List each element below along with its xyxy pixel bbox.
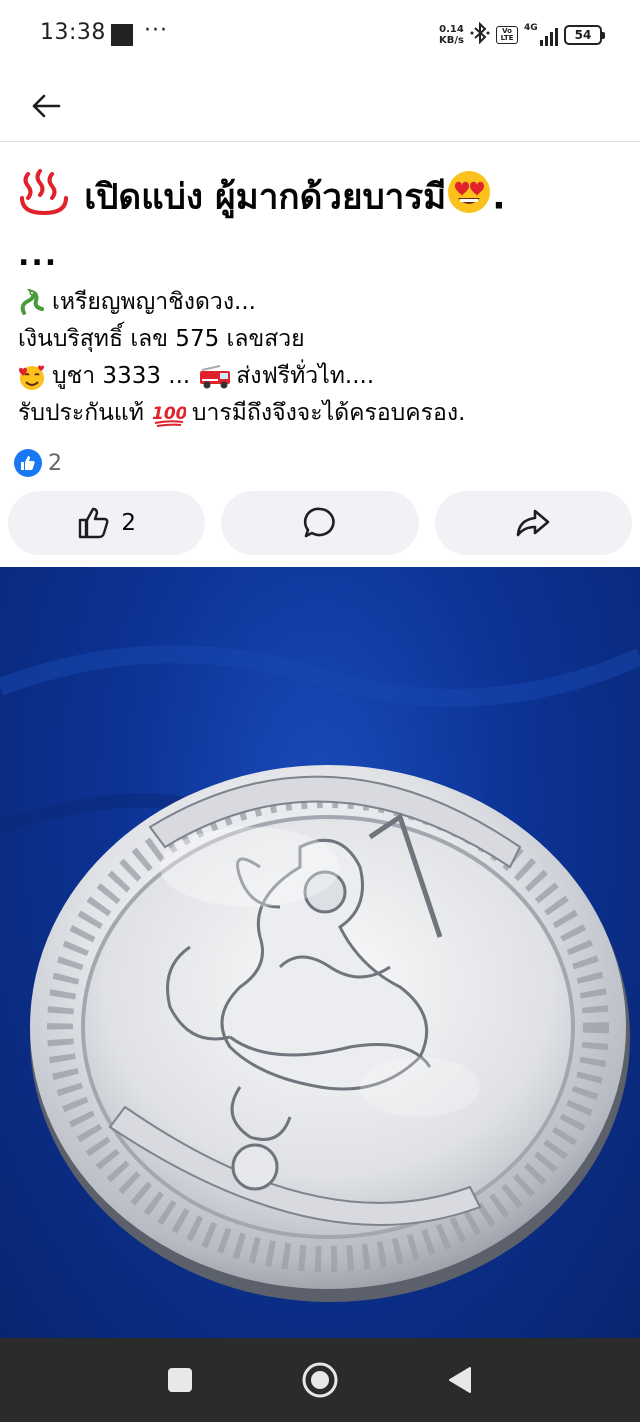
post-line-text: เหรียญพญาชิงดวง... [52,289,256,315]
post-title-text: เปิดแบ่ง ผู้มากด้วยบารมี [84,177,447,218]
heart-eyes-emoji-icon [446,169,492,228]
clipped-previous-text [110,136,230,146]
post-title: เปิดแบ่ง ผู้มากด้วยบารมี . [16,168,632,229]
volte-bottom: LTE [500,34,514,42]
hot-springs-icon [16,168,72,229]
comment-icon [303,507,335,538]
system-nav-bar [0,1338,640,1422]
post-body: เหรียญพญาชิงดวง... เงินบริสุทธิ์ เลข 575… [18,284,628,432]
post-title-trailing: . [492,177,506,218]
network-speed-value: 0.14 [439,24,464,35]
post-line: เงินบริสุทธิ์ เลข 575 เลขสวย [18,321,628,358]
battery-level: 54 [574,28,592,42]
reaction-summary[interactable]: 2 [14,448,62,478]
post-line-text: รับประกันแท้ [18,400,144,426]
post-ellipsis: ... [18,238,59,273]
recents-button[interactable] [150,1350,210,1410]
thumbs-up-icon [79,507,109,539]
back-nav-button[interactable] [430,1350,490,1410]
network-speed: 0.14 KB/s [439,24,464,46]
more-notifications-icon: ··· [144,18,168,43]
arrow-left-icon [32,94,61,118]
circle-icon [302,1362,338,1398]
triangle-back-icon [449,1367,471,1393]
medallion-image [0,645,640,1302]
smiling-hearts-emoji-icon [18,363,46,391]
action-bar: 2 [8,491,632,555]
status-time: 13:38 [40,20,106,45]
fire-engine-emoji-icon [198,363,234,391]
signal-label: 4G [524,23,538,33]
notification-icon [111,24,133,46]
dragon-emoji-icon [18,287,46,317]
volte-icon: Vo LTE [496,26,518,44]
post-line-text: บูชา 3333 ... [52,363,191,389]
like-button[interactable]: 2 [8,491,206,555]
post-photo[interactable] [0,567,640,1338]
reaction-count: 2 [48,450,62,476]
post-line-text: บารมีถึงจึงจะได้ครอบครอง. [191,400,466,426]
share-button[interactable] [434,491,632,555]
like-reaction-icon [14,449,42,477]
battery-icon: 54 [564,25,605,45]
bluetooth-icon [470,21,490,49]
back-button[interactable] [26,86,66,126]
status-indicators: 0.14 KB/s Vo LTE 4G 54 [439,20,605,50]
post-line-text: ส่งฟรีทั่วไท.... [236,363,375,389]
signal-icon: 4G [524,23,558,46]
post-line-text: เงินบริสุทธิ์ เลข 575 เลขสวย [18,326,305,352]
status-bar: 13:38 ··· 0.14 KB/s Vo LTE 4G 54 [0,0,640,70]
post-line: รับประกันแท้ 100 บารมีถึงจึงจะได้ครอบครอ… [18,395,628,432]
hundred-points-emoji-icon: 100 [152,400,188,428]
post-line: เหรียญพญาชิงดวง... [18,284,628,321]
network-speed-unit: KB/s [439,35,464,46]
post-line: บูชา 3333 ... ส่งฟรีทั่วไท.... [18,358,628,395]
comment-button[interactable] [221,491,419,555]
home-button[interactable] [290,1350,350,1410]
like-count: 2 [121,510,136,536]
square-icon [168,1368,192,1392]
share-icon [517,509,550,537]
app-header [0,70,640,142]
